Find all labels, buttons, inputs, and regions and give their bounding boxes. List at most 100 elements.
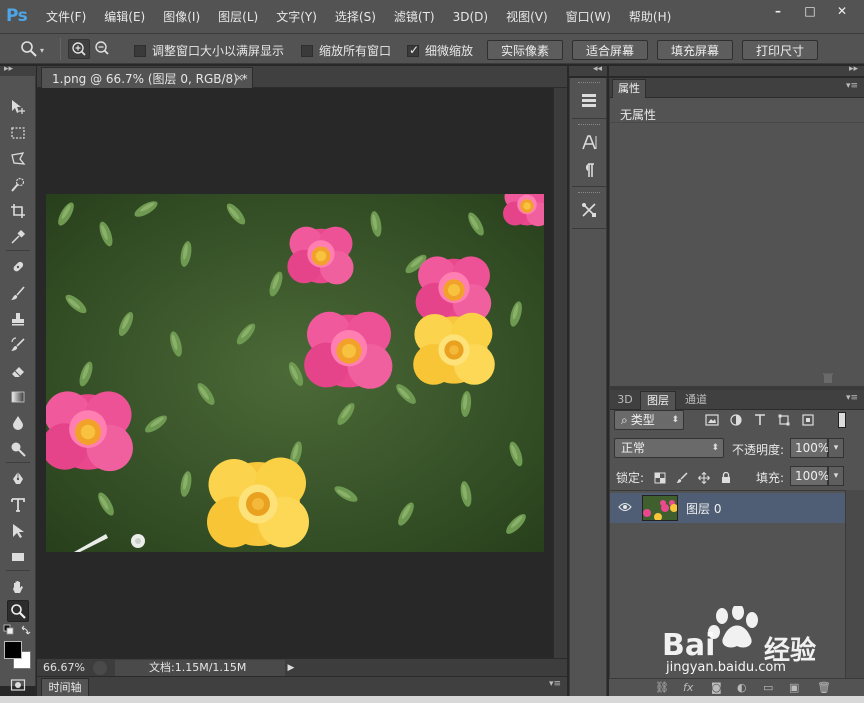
menu-view[interactable]: 视图(V)	[506, 9, 548, 25]
history-panel-button[interactable]	[578, 90, 600, 110]
checkbox-box[interactable]	[134, 44, 146, 57]
grip-handle[interactable]	[578, 192, 600, 194]
brush-tool[interactable]	[7, 282, 29, 304]
tab-3d[interactable]: 3D	[612, 391, 638, 410]
path-selection-tool[interactable]	[7, 520, 29, 542]
document-size-info[interactable]: 文档:1.15M/1.15M	[115, 660, 285, 676]
gradient-tool[interactable]	[7, 386, 29, 408]
zoom-level[interactable]: 66.67%	[43, 661, 85, 674]
tab-layers[interactable]: 图层	[640, 391, 676, 410]
status-menu-arrow-icon[interactable]: ▶	[285, 660, 297, 676]
fill-dropdown[interactable]: ▾	[828, 466, 844, 486]
swap-colors-button[interactable]	[20, 624, 32, 636]
filter-shape-icon[interactable]	[776, 412, 792, 428]
fit-screen-button[interactable]: 适合屏幕	[572, 40, 648, 60]
zoom-all-windows-checkbox[interactable]: 缩放所有窗口	[301, 42, 391, 59]
lock-move-icon[interactable]	[696, 470, 712, 486]
filter-adjustment-icon[interactable]	[728, 412, 744, 428]
eyedropper-tool[interactable]	[7, 226, 29, 248]
history-brush-tool[interactable]	[7, 334, 29, 356]
zoom-out-button[interactable]	[92, 39, 114, 59]
menu-filter[interactable]: 滤镜(T)	[394, 9, 435, 25]
layer-item[interactable]: 图层 0	[610, 493, 846, 523]
grip-handle[interactable]	[578, 82, 600, 84]
delete-layer-trash-icon[interactable]: 🗑	[817, 681, 831, 694]
opacity-dropdown[interactable]: ▾	[828, 438, 844, 458]
rectangle-tool[interactable]	[7, 546, 29, 568]
link-layers-icon[interactable]: ⛓	[655, 681, 669, 694]
lock-paint-icon[interactable]	[674, 470, 690, 486]
print-size-button[interactable]: 打印尺寸	[742, 40, 818, 60]
checkbox-box[interactable]	[301, 44, 313, 57]
panel-menu-icon[interactable]: ▾≡	[846, 81, 858, 91]
dodge-tool[interactable]	[7, 438, 29, 460]
zoom-tool-preset-icon[interactable]	[20, 40, 38, 58]
opacity-input[interactable]: 100%	[790, 438, 829, 458]
panel-menu-icon[interactable]: ▾≡	[549, 679, 561, 689]
menu-edit[interactable]: 编辑(E)	[104, 9, 145, 25]
minimize-button[interactable]: –	[764, 2, 792, 20]
filter-toggle-switch[interactable]	[838, 412, 846, 428]
tab-properties[interactable]: 属性	[612, 79, 646, 98]
adjustment-layer-icon[interactable]: ◐	[737, 681, 747, 694]
character-panel-button[interactable]	[578, 132, 600, 152]
tab-channels[interactable]: 通道	[678, 391, 714, 410]
maximize-button[interactable]: □	[796, 2, 824, 20]
default-colors-button[interactable]	[3, 624, 15, 636]
foreground-color-swatch[interactable]	[4, 641, 22, 659]
pen-tool[interactable]	[7, 468, 29, 490]
dock-collapse-bar[interactable]: ◂◂	[569, 64, 607, 76]
document-tab[interactable]: 1.png @ 66.7% (图层 0, RGB/8) * ×	[41, 67, 253, 88]
quick-mask-button[interactable]	[7, 674, 29, 696]
blur-tool[interactable]	[7, 412, 29, 434]
lasso-tool[interactable]	[7, 148, 29, 170]
menu-select[interactable]: 选择(S)	[335, 9, 376, 25]
chevron-down-icon[interactable]: ▾	[40, 46, 44, 55]
layer-style-fx-icon[interactable]: fx	[683, 681, 693, 694]
add-mask-icon[interactable]: ◙	[711, 681, 722, 694]
panel-menu-icon[interactable]: ▾≡	[846, 393, 858, 403]
lock-transparent-icon[interactable]	[652, 470, 668, 486]
close-window-button[interactable]: ✕	[828, 2, 856, 20]
fill-screen-button[interactable]: 填充屏幕	[657, 40, 733, 60]
menu-window[interactable]: 窗口(W)	[566, 9, 611, 25]
menu-3d[interactable]: 3D(D)	[453, 9, 488, 25]
trash-icon[interactable]	[822, 372, 834, 384]
timeline-tab[interactable]: 时间轴	[41, 678, 89, 697]
document-image[interactable]	[46, 194, 544, 552]
status-options-button[interactable]	[93, 661, 107, 675]
eraser-tool[interactable]	[7, 360, 29, 382]
quick-selection-tool[interactable]	[7, 174, 29, 196]
filter-type-icon[interactable]	[752, 412, 768, 428]
tool-presets-panel-button[interactable]	[578, 200, 600, 220]
move-tool[interactable]	[7, 96, 29, 118]
eye-visibility-icon[interactable]	[618, 501, 632, 515]
paragraph-panel-button[interactable]	[578, 160, 600, 180]
resize-windows-checkbox[interactable]: 调整窗口大小以满屏显示	[134, 42, 284, 59]
vertical-scrollbar[interactable]	[553, 88, 567, 658]
menu-type[interactable]: 文字(Y)	[276, 9, 317, 25]
close-tab-icon[interactable]: ×	[235, 71, 244, 84]
panel-collapse-bar[interactable]: ▸▸	[609, 64, 864, 76]
clone-stamp-tool[interactable]	[7, 308, 29, 330]
hand-tool[interactable]	[7, 576, 29, 598]
new-layer-icon[interactable]: ▣	[789, 681, 799, 694]
type-tool[interactable]	[7, 494, 29, 516]
healing-brush-tool[interactable]	[7, 256, 29, 278]
blend-mode-select[interactable]: 正常 ⬍	[614, 438, 724, 458]
menu-file[interactable]: 文件(F)	[46, 9, 86, 25]
checkbox-box[interactable]: ✓	[407, 43, 419, 57]
actual-pixels-button[interactable]: 实际像素	[487, 40, 563, 60]
menu-image[interactable]: 图像(I)	[163, 9, 200, 25]
filter-smart-object-icon[interactable]	[800, 412, 816, 428]
zoom-in-button[interactable]	[68, 39, 90, 59]
new-group-folder-icon[interactable]: ▭	[763, 681, 773, 694]
fill-input[interactable]: 100%	[790, 466, 829, 486]
crop-tool[interactable]	[7, 200, 29, 222]
zoom-tool[interactable]	[7, 600, 29, 622]
marquee-tool[interactable]	[7, 122, 29, 144]
toolbox-collapse-bar[interactable]: ▸▸	[0, 64, 36, 76]
menu-layer[interactable]: 图层(L)	[218, 9, 258, 25]
grip-handle[interactable]	[578, 124, 600, 126]
filter-pixel-icon[interactable]	[704, 412, 720, 428]
